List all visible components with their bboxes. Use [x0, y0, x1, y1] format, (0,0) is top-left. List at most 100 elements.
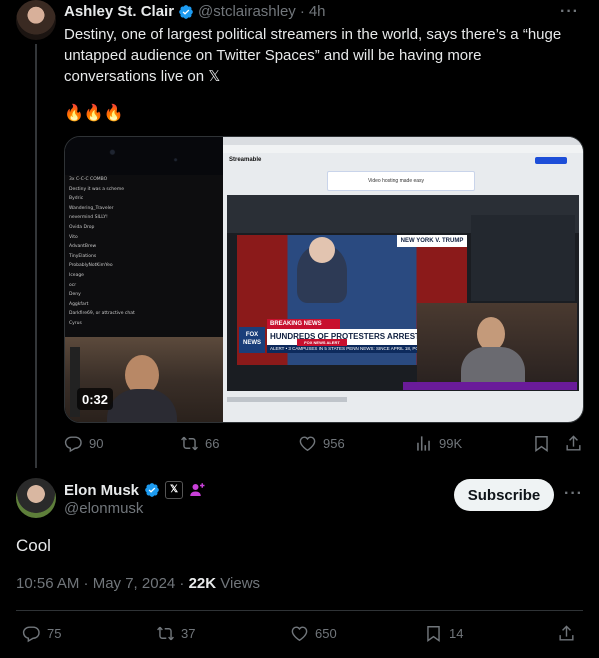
reply-count: 75 [47, 626, 62, 641]
reply-action[interactable]: 75 [22, 624, 61, 643]
news-side-title: NEW YORK V. TRUMP [397, 235, 467, 247]
repost-icon [157, 626, 174, 641]
news-alert-label: FOX NEWS ALERT [297, 339, 347, 346]
chat-line: Cyrus [69, 320, 82, 326]
chat-line: Bydric [69, 196, 84, 202]
news-network-logo: FOX NEWS [239, 327, 265, 353]
more-options-icon[interactable]: ··· [564, 485, 583, 503]
reply-icon [64, 436, 82, 453]
fire-emojis: 🔥🔥🔥 [64, 105, 124, 122]
verified-badge-icon [145, 483, 159, 497]
chat-list: 3x C-C-C COMBO Destiny it was a scheme Byd… [69, 175, 219, 329]
video-duration: 0:32 [77, 388, 114, 410]
author-handle[interactable]: @elonmusk [64, 500, 143, 517]
video-title-bar [227, 397, 347, 402]
chat-line: Wandering_Traveler [69, 205, 114, 211]
streamable-banner-text: Video hosting made easy [368, 178, 425, 184]
cohost-webcam [417, 303, 577, 383]
share-icon [559, 625, 574, 641]
views-count: 99K [439, 436, 463, 451]
reply-count: 90 [89, 436, 104, 451]
cohost-body [461, 347, 525, 383]
views-chart-icon [417, 436, 430, 451]
author-handle[interactable]: @stclairashley [198, 3, 296, 20]
like-action[interactable]: 650 [290, 624, 337, 643]
verified-badge-icon [179, 4, 193, 19]
thread-connector [35, 44, 37, 468]
browser-tabs [223, 137, 583, 145]
chat-line: Destiny it was a scheme [69, 186, 124, 192]
chat-line: ProbablyNotKimYeo [69, 263, 113, 269]
streamable-banner: Video hosting made easy [327, 171, 475, 191]
views-label: Views [216, 575, 261, 592]
heart-icon [291, 626, 308, 642]
chat-line: Darkfire69, or attractive chat [69, 311, 135, 317]
user-plus-icon [190, 483, 205, 496]
chat-line: Ovida Drop [69, 224, 95, 230]
share-action[interactable] [564, 434, 583, 453]
repost-action[interactable]: 37 [156, 624, 195, 643]
tweet2-header: Elon Musk 𝕏 [64, 481, 206, 499]
bookmark-icon [535, 436, 548, 453]
reply-action[interactable]: 90 [64, 434, 103, 453]
chat-line: TinyElations [69, 253, 97, 259]
tweet2-text: Cool [16, 536, 51, 555]
tweet-meta: 10:56 AM · May 7, 2024 · 22K Views [16, 575, 260, 592]
space-background [65, 137, 223, 175]
tweet-text-line: untapped audience on Twitter Spaces” and… [64, 47, 482, 64]
share-action[interactable] [557, 624, 576, 643]
author-name[interactable]: Ashley St. Clair [64, 3, 174, 20]
inner-video: NEW YORK V. TRUMP BREAKING NEWS HUNDREDS… [227, 195, 579, 391]
share-icon [566, 435, 581, 451]
inner-chat-panel [471, 215, 575, 301]
repost-count: 37 [181, 626, 196, 641]
stream-left-panel: 3x C-C-C COMBO Destiny it was a scheme Byd… [65, 137, 223, 422]
reply-icon [22, 626, 40, 643]
news-speaker-head [309, 237, 335, 263]
views-count: 22K [188, 575, 217, 592]
bookmark-icon [427, 626, 440, 643]
browser-url-bar [223, 145, 583, 153]
subscribe-button[interactable]: Subscribe [454, 479, 554, 511]
cohost-head [477, 317, 505, 351]
news-breaking-label: BREAKING NEWS [267, 319, 340, 329]
avatar-ashley[interactable] [16, 0, 56, 40]
tweet-time[interactable]: 4h [309, 3, 326, 20]
tweet1-header: Ashley St. Clair @stclairashley · 4h [64, 3, 326, 20]
divider [16, 610, 583, 611]
streamable-logo: Streamable [229, 157, 262, 163]
inner-bottom-bar [403, 382, 577, 390]
chat-line: 3x C-C-C COMBO [69, 177, 108, 182]
views-action[interactable]: 99K [414, 434, 462, 453]
separator-dot: · [299, 3, 305, 20]
author-name[interactable]: Elon Musk [64, 482, 139, 499]
streamable-page: Streamable Video hosting made easy NEW Y… [223, 137, 583, 422]
streamer-body [107, 389, 177, 422]
chat-line: nevermind SILLY! [69, 215, 108, 221]
tweet1-text: Destiny, one of largest political stream… [64, 24, 584, 87]
repost-action[interactable]: 66 [180, 434, 219, 453]
video-player[interactable]: 3x C-C-C COMBO Destiny it was a scheme Byd… [64, 136, 584, 423]
chat-line: Iceage [69, 272, 84, 278]
bookmark-count: 14 [449, 626, 464, 641]
tweet-text-line: conversations live on 𝕏 [64, 68, 221, 85]
like-count: 956 [323, 436, 345, 451]
tweet-text-line: Destiny, one of largest political stream… [64, 26, 562, 43]
like-count: 650 [315, 626, 337, 641]
x-affiliation-icon[interactable]: 𝕏 [165, 481, 184, 499]
heart-icon [299, 436, 316, 452]
repost-icon [181, 436, 198, 451]
repost-count: 66 [205, 436, 220, 451]
bookmark-action[interactable]: 14 [424, 624, 463, 643]
chat-line: Deny [69, 292, 81, 298]
bookmark-action[interactable] [532, 434, 551, 453]
chat-line: ocr [69, 282, 77, 288]
chat-line: Vito [69, 234, 78, 240]
avatar-elon[interactable] [16, 478, 56, 518]
streamable-signup [535, 157, 567, 164]
chat-line: Aggkfart [69, 301, 89, 307]
like-action[interactable]: 956 [298, 434, 345, 453]
timestamp[interactable]: 10:56 AM · May 7, 2024 · [16, 575, 189, 592]
chat-line: AdvantBrew [69, 244, 97, 250]
more-options-icon[interactable]: ··· [560, 3, 579, 21]
